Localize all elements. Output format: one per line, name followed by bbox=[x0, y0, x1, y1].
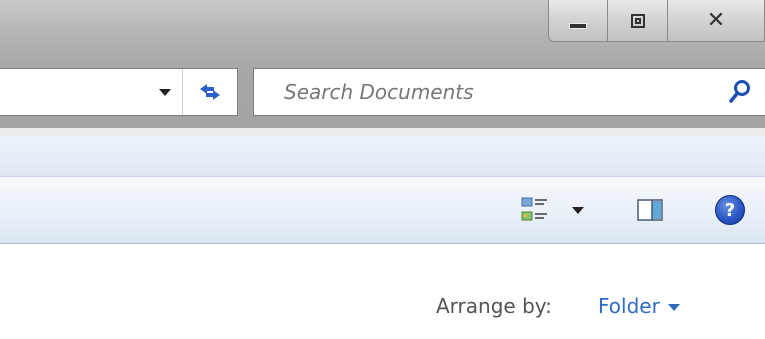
chevron-down-icon[interactable] bbox=[572, 206, 584, 214]
maximize-button[interactable] bbox=[608, 0, 668, 42]
change-view-button[interactable] bbox=[507, 177, 597, 243]
arrange-by-dropdown[interactable]: Folder bbox=[598, 294, 680, 318]
command-toolbar: ? bbox=[0, 177, 765, 244]
search-placeholder: Search Documents bbox=[284, 80, 474, 104]
address-bar[interactable] bbox=[0, 68, 238, 116]
help-icon: ? bbox=[715, 195, 745, 225]
help-glyph: ? bbox=[724, 199, 736, 221]
content-header: Arrange by: Folder bbox=[0, 244, 765, 339]
help-button[interactable]: ? bbox=[710, 177, 750, 243]
preview-pane-button[interactable] bbox=[630, 177, 670, 243]
close-button[interactable]: ✕ bbox=[668, 0, 765, 42]
toolbar-separator bbox=[0, 128, 765, 136]
arrange-by-value: Folder bbox=[598, 294, 660, 318]
minimize-button[interactable] bbox=[548, 0, 608, 42]
minimize-icon bbox=[569, 22, 587, 29]
search-input[interactable]: Search Documents bbox=[253, 68, 765, 116]
restore-icon bbox=[630, 13, 645, 28]
caption-buttons: ✕ bbox=[548, 0, 765, 44]
refresh-icon bbox=[200, 84, 220, 100]
address-dropdown-button[interactable] bbox=[148, 69, 183, 115]
views-icon bbox=[521, 197, 547, 221]
chevron-down-icon bbox=[667, 303, 680, 311]
search-icon[interactable] bbox=[728, 79, 752, 105]
title-bar: ✕ bbox=[0, 0, 765, 62]
arrange-by-label: Arrange by: bbox=[436, 294, 552, 318]
navigation-bar: Search Documents bbox=[0, 62, 765, 128]
refresh-button[interactable] bbox=[183, 69, 237, 115]
chevron-down-icon bbox=[159, 88, 171, 96]
preview-pane-icon bbox=[637, 199, 663, 221]
menu-band bbox=[0, 136, 765, 177]
close-icon: ✕ bbox=[706, 7, 726, 33]
